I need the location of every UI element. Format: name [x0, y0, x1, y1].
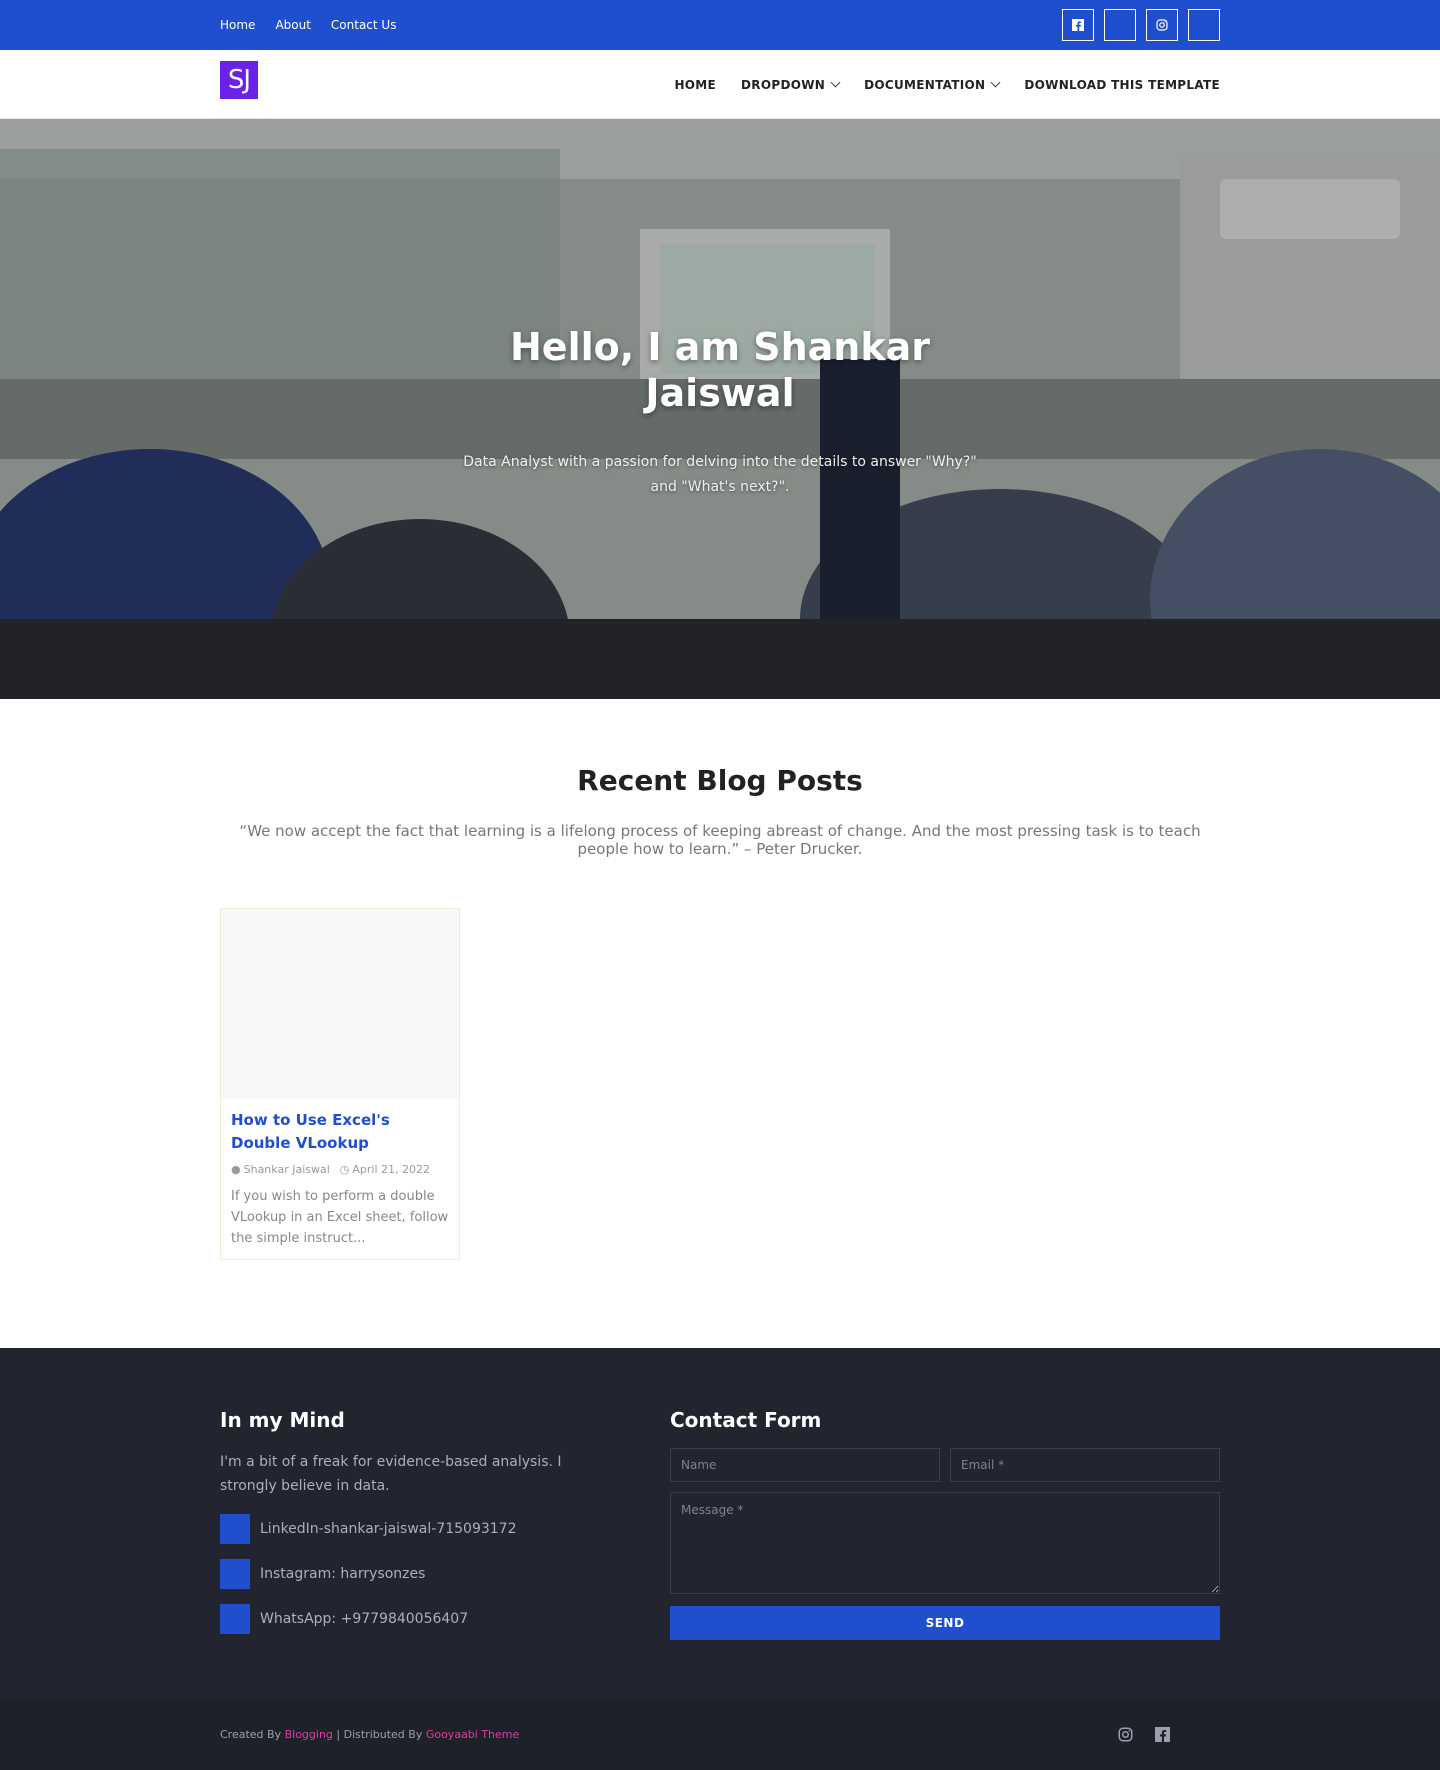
contact-list: LinkedIn-shankar-jaiswal-715093172 Insta… — [220, 1514, 620, 1634]
distributed-by-label: | Distributed By — [332, 1728, 423, 1741]
post-thumbnail[interactable] — [221, 909, 459, 1099]
chevron-down-icon — [990, 77, 1001, 88]
footer-mind-column: In my Mind I'm a bit of a freak for evid… — [220, 1408, 620, 1649]
post-date-value: April 21, 2022 — [352, 1163, 431, 1176]
post-title[interactable]: How to Use Excel's Double VLookup — [231, 1109, 449, 1155]
distributed-by-link[interactable]: Gooyaabi Theme — [426, 1728, 519, 1741]
nav-download-label: DOWNLOAD THIS TEMPLATE — [1024, 77, 1220, 92]
blog-quote: “We now accept the fact that learning is… — [239, 822, 1201, 858]
blog-post-card[interactable]: How to Use Excel's Double VLookup ● Shank… — [220, 908, 460, 1260]
post-date: ◷ April 21, 2022 — [340, 1163, 430, 1176]
top-link-contact[interactable]: Contact Us — [331, 18, 397, 32]
contact-form-heading: Contact Form — [670, 1408, 822, 1432]
created-by-label: Created By — [220, 1728, 282, 1741]
contact-text: Instagram: harrysonzes — [260, 1566, 426, 1582]
top-bar: Home About Contact Us — [0, 0, 1440, 50]
main-nav: HOME DROPDOWN DOCUMENTATION DOWNLOAD THI… — [674, 78, 1220, 92]
post-body: How to Use Excel's Double VLookup ● Shank… — [221, 1099, 459, 1259]
form-row — [670, 1448, 1220, 1482]
post-meta: ● Shankar Jaiswal ◷ April 21, 2022 — [231, 1163, 449, 1176]
contact-text: WhatsApp: +9779840056407 — [260, 1611, 469, 1627]
send-button[interactable]: SEND — [670, 1606, 1220, 1640]
created-by-link[interactable]: Blogging — [285, 1728, 333, 1741]
footer: In my Mind I'm a bit of a freak for evid… — [0, 1348, 1440, 1699]
nav-home[interactable]: HOME — [674, 78, 716, 92]
post-author-name: Shankar Jaiswal — [243, 1163, 330, 1176]
hero-section: Hello, I am Shankar Jaiswal Data Analyst… — [0, 119, 1440, 699]
blog-heading: Recent Blog Posts — [577, 764, 863, 797]
credit-text: Created By Blogging | Distributed By Goo… — [220, 1728, 519, 1741]
facebook-button[interactable] — [1062, 9, 1094, 41]
user-icon: ● — [231, 1163, 241, 1176]
nav-documentation-label: DOCUMENTATION — [864, 77, 986, 92]
instagram-icon — [1156, 19, 1168, 31]
bottom-social — [1118, 1727, 1170, 1742]
blog-section: Recent Blog Posts “We now accept the fac… — [0, 699, 1440, 1348]
instagram-icon — [220, 1559, 250, 1589]
contact-text: LinkedIn-shankar-jaiswal-715093172 — [260, 1521, 517, 1537]
message-field[interactable] — [670, 1492, 1220, 1594]
nav-download[interactable]: DOWNLOAD THIS TEMPLATE — [1024, 78, 1220, 92]
site-logo[interactable]: SJ — [220, 60, 258, 99]
whatsapp-icon — [220, 1604, 250, 1634]
post-excerpt: If you wish to perform a double VLookup … — [231, 1189, 449, 1246]
chevron-down-icon — [830, 77, 841, 88]
top-links: Home About Contact Us — [220, 18, 396, 32]
hero-title: Hello, I am Shankar Jaiswal — [510, 325, 931, 415]
top-social — [1062, 9, 1220, 41]
bottom-bar: Created By Blogging | Distributed By Goo… — [0, 1699, 1440, 1770]
nav-documentation[interactable]: DOCUMENTATION — [864, 77, 1001, 92]
top-link-home[interactable]: Home — [220, 18, 255, 32]
nav-home-label: HOME — [674, 77, 717, 92]
main-header: SJ HOME DROPDOWN DOCUMENTATION DOWNLOAD … — [0, 50, 1440, 119]
contact-item-instagram[interactable]: Instagram: harrysonzes — [220, 1559, 620, 1589]
footer-contact-column: Contact Form SEND — [670, 1408, 1220, 1649]
hero-text: Hello, I am Shankar Jaiswal Data Analyst… — [0, 324, 1440, 500]
contact-item-whatsapp[interactable]: WhatsApp: +9779840056407 — [220, 1604, 620, 1634]
social-button-2[interactable] — [1104, 9, 1136, 41]
facebook-icon[interactable] — [1155, 1727, 1170, 1742]
social-button-4[interactable] — [1188, 9, 1220, 41]
email-field[interactable] — [950, 1448, 1220, 1482]
name-field[interactable] — [670, 1448, 940, 1482]
linkedin-icon — [220, 1514, 250, 1544]
facebook-icon — [1072, 19, 1084, 31]
instagram-icon[interactable] — [1118, 1727, 1133, 1742]
post-author: ● Shankar Jaiswal — [231, 1163, 330, 1176]
contact-form: SEND — [670, 1448, 1220, 1640]
top-link-about[interactable]: About — [275, 18, 310, 32]
mind-description: I'm a bit of a freak for evidence-based … — [220, 1454, 562, 1494]
clock-icon: ◷ — [339, 1163, 350, 1176]
contact-item-linkedin[interactable]: LinkedIn-shankar-jaiswal-715093172 — [220, 1514, 620, 1544]
mind-heading: In my Mind — [220, 1408, 345, 1432]
nav-dropdown[interactable]: DROPDOWN — [741, 77, 841, 92]
instagram-button[interactable] — [1146, 9, 1178, 41]
hero-subtitle: Data Analyst with a passion for delving … — [463, 454, 977, 495]
nav-dropdown-label: DROPDOWN — [741, 77, 826, 92]
